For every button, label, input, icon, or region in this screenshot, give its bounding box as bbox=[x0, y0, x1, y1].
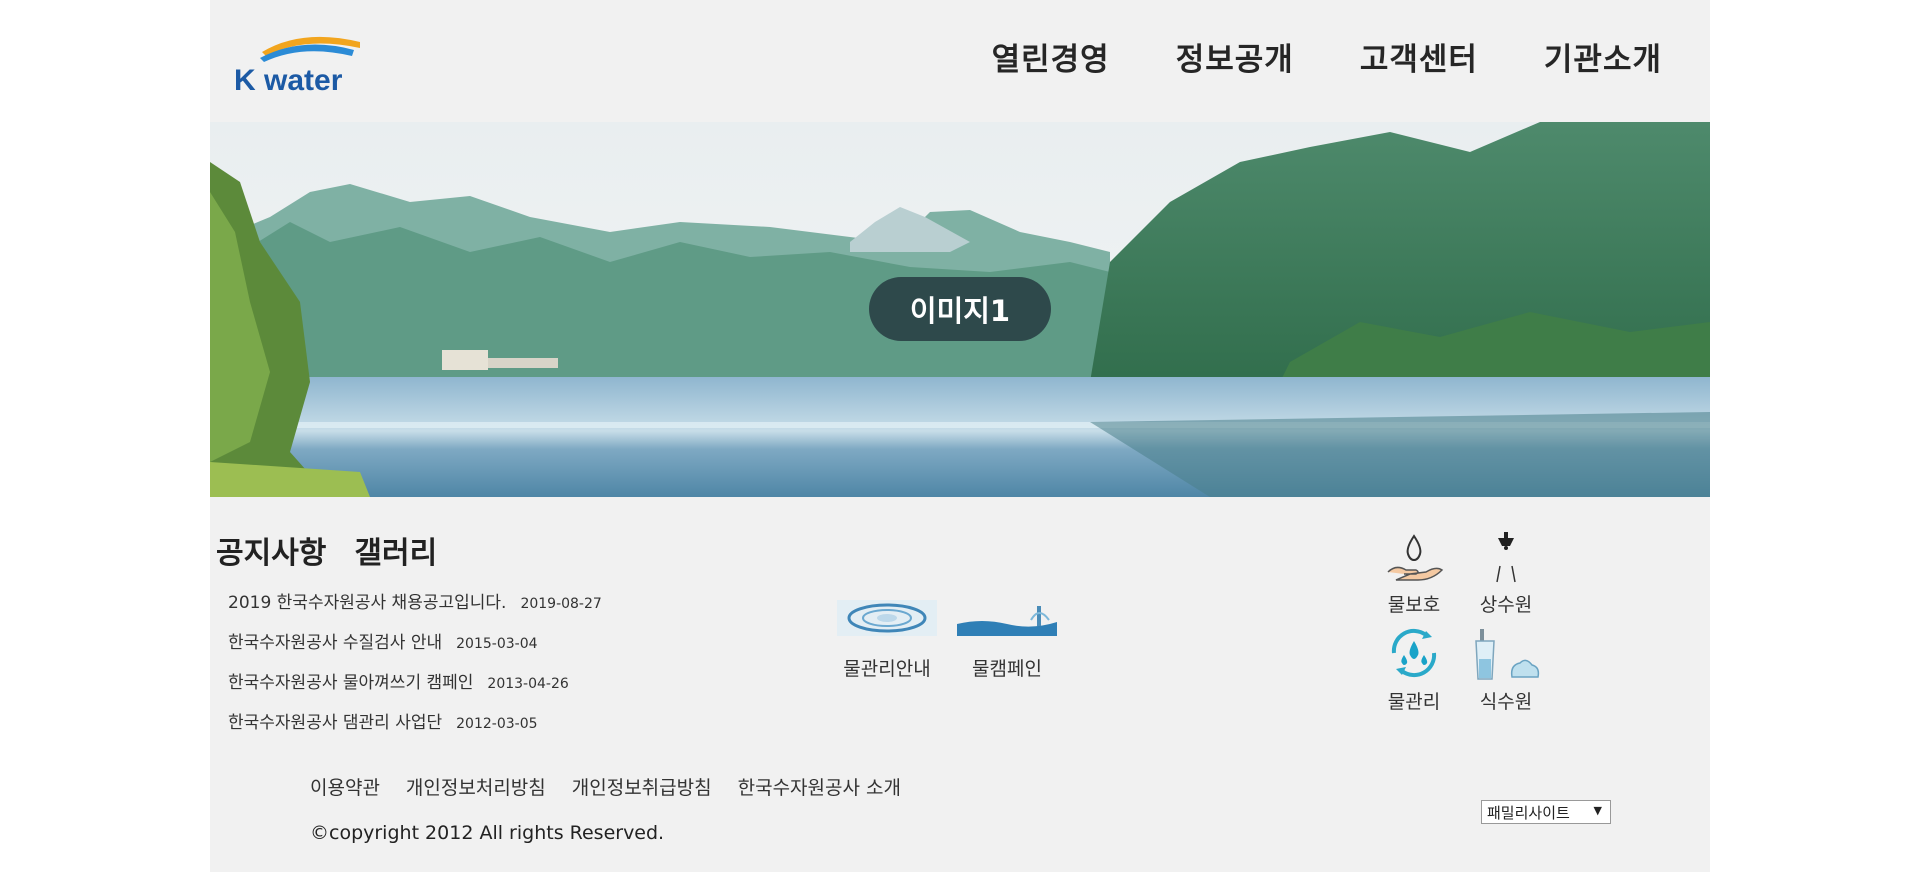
notice-list: 2019 한국수자원공사 채용공고입니다. 2019-08-27 한국수자원공사… bbox=[228, 588, 602, 748]
service-label: 식수원 bbox=[1479, 691, 1533, 713]
nav-item-customer-center[interactable]: 고객센터 bbox=[1360, 34, 1478, 79]
service-icon-grid: 물보호 상수원 물관리 식수원 bbox=[1368, 532, 1552, 714]
quick-link-label: 물캠페인 bbox=[972, 658, 1042, 680]
logo-text: K water bbox=[234, 64, 343, 94]
water-cycle-icon bbox=[1391, 628, 1437, 678]
tab-notices[interactable]: 공지사항 bbox=[216, 528, 326, 572]
service-drinking-water[interactable]: 식수원 bbox=[1460, 625, 1552, 714]
notice-date: 2015-03-04 bbox=[456, 636, 538, 652]
water-swirl-icon bbox=[837, 600, 937, 636]
notice-title[interactable]: 한국수자원공사 수질검사 안내 bbox=[228, 628, 442, 653]
board-tabs: 공지사항 갤러리 bbox=[216, 528, 437, 572]
footer-links: 이용약관 개인정보처리방침 개인정보취급방침 한국수자원공사 소개 bbox=[310, 773, 901, 800]
main-nav: 열린경영 정보공개 고객센터 기관소개 bbox=[992, 34, 1662, 79]
hero-banner: 이미지1 bbox=[210, 122, 1710, 497]
service-water-source[interactable]: 상수원 bbox=[1460, 532, 1552, 617]
service-water-management[interactable]: 물관리 bbox=[1368, 625, 1460, 714]
tab-gallery[interactable]: 갤러리 bbox=[354, 528, 437, 572]
water-splash-icon bbox=[957, 600, 1057, 636]
notice-date: 2013-04-26 bbox=[487, 676, 569, 692]
service-label: 물관리 bbox=[1387, 691, 1441, 713]
dropdown-arrow-icon: ▼ bbox=[1593, 804, 1602, 817]
faucet-icon bbox=[1496, 532, 1516, 583]
quick-link-water-campaign[interactable]: 물캠페인 bbox=[955, 600, 1059, 681]
quick-links: 물관리안내 물캠페인 bbox=[835, 600, 1059, 681]
footer-link-company-intro[interactable]: 한국수자원공사 소개 bbox=[738, 773, 901, 800]
page-container: K water 열린경영 정보공개 고객센터 기관소개 이미지1 공지사항 갤러… bbox=[210, 0, 1710, 872]
list-item: 한국수자원공사 수질검사 안내 2015-03-04 bbox=[228, 628, 602, 668]
copyright-text: ©copyright 2012 All rights Reserved. bbox=[310, 822, 665, 844]
list-item: 한국수자원공사 댐관리 사업단 2012-03-05 bbox=[228, 708, 602, 748]
slide-label-button[interactable]: 이미지1 bbox=[869, 277, 1051, 341]
logo-mark-icon: K water bbox=[234, 36, 360, 97]
notice-date: 2012-03-05 bbox=[456, 716, 538, 732]
family-site-select[interactable]: 패밀리사이트 ▼ bbox=[1481, 800, 1611, 824]
footer-link-privacy-policy[interactable]: 개인정보처리방침 bbox=[406, 773, 546, 800]
k-water-logo[interactable]: K water bbox=[232, 32, 364, 97]
family-site-label: 패밀리사이트 bbox=[1487, 803, 1570, 822]
notice-title[interactable]: 한국수자원공사 댐관리 사업단 bbox=[228, 708, 442, 733]
quick-link-water-management[interactable]: 물관리안내 bbox=[835, 600, 939, 681]
footer-link-privacy-handling[interactable]: 개인정보취급방침 bbox=[572, 773, 712, 800]
nav-item-open-management[interactable]: 열린경영 bbox=[992, 34, 1110, 79]
service-water-protection[interactable]: 물보호 bbox=[1368, 532, 1460, 617]
list-item: 한국수자원공사 물아껴쓰기 캠페인 2013-04-26 bbox=[228, 668, 602, 708]
nav-item-about[interactable]: 기관소개 bbox=[1544, 34, 1662, 79]
nav-item-information-disclosure[interactable]: 정보공개 bbox=[1176, 34, 1294, 79]
service-label: 물보호 bbox=[1387, 594, 1441, 616]
service-label: 상수원 bbox=[1479, 594, 1533, 616]
list-item: 2019 한국수자원공사 채용공고입니다. 2019-08-27 bbox=[228, 588, 602, 628]
water-glass-icon bbox=[1475, 629, 1540, 680]
notice-title[interactable]: 한국수자원공사 물아껴쓰기 캠페인 bbox=[228, 668, 473, 693]
footer-link-terms[interactable]: 이용약관 bbox=[310, 773, 380, 800]
notice-title[interactable]: 2019 한국수자원공사 채용공고입니다. bbox=[228, 588, 506, 613]
quick-link-label: 물관리안내 bbox=[843, 658, 931, 680]
notice-date: 2019-08-27 bbox=[520, 596, 602, 612]
water-drop-hand-icon bbox=[1387, 534, 1444, 581]
